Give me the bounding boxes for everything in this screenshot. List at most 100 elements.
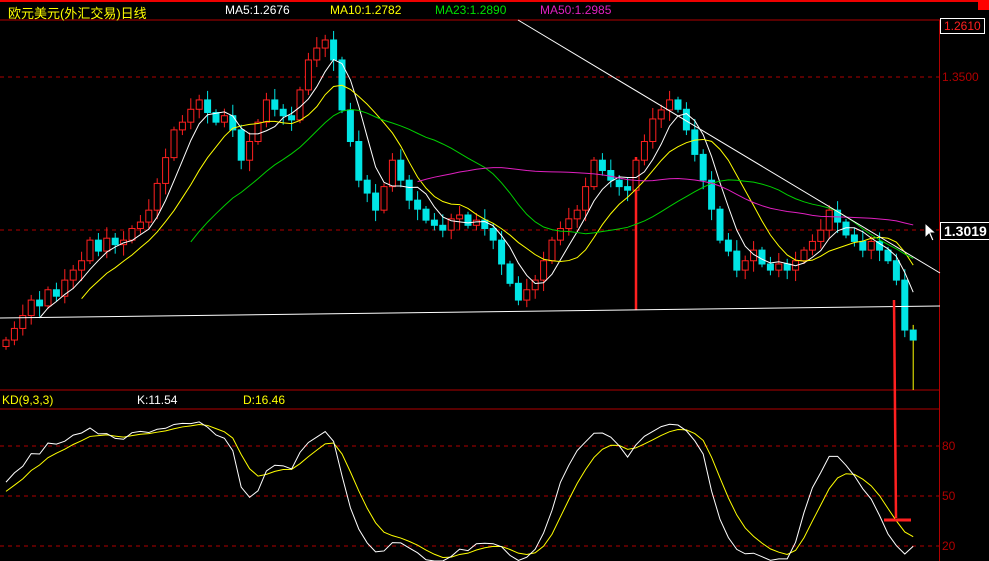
- resistance-trendline: [517, 19, 941, 274]
- d-value: D:16.46: [243, 393, 286, 407]
- candle-body: [464, 214, 472, 226]
- candle-body: [430, 219, 438, 226]
- candle-body: [514, 282, 522, 301]
- candle-body: [901, 279, 909, 331]
- candle-body: [649, 118, 657, 143]
- candle-body: [624, 186, 632, 191]
- red-annotation-line: [892, 299, 898, 519]
- candle-body: [380, 186, 388, 211]
- candle-body: [52, 289, 60, 297]
- kd-axis-50: 50: [942, 489, 956, 503]
- candle-body: [10, 327, 18, 341]
- candle-body: [254, 121, 262, 143]
- candle-body: [204, 99, 212, 113]
- ma23-line: [190, 108, 914, 259]
- candle-body: [145, 209, 153, 223]
- candle-body: [850, 234, 858, 242]
- ma10-label: MA10:1.2782: [330, 3, 402, 17]
- candle-body: [153, 182, 161, 211]
- candle-body: [372, 192, 380, 211]
- candle-body: [103, 237, 111, 252]
- candle-body: [657, 109, 665, 120]
- kd-indicator-label: KD(9,3,3): [2, 393, 54, 407]
- candle-body: [783, 263, 791, 271]
- candle-body: [69, 269, 77, 281]
- candle-body: [246, 141, 254, 161]
- candle-body: [808, 240, 816, 251]
- candle-body: [128, 228, 136, 241]
- candle-body: [909, 329, 917, 341]
- candle-body: [313, 47, 321, 61]
- candle-body: [86, 239, 94, 262]
- candle-body: [867, 240, 875, 251]
- candle-body: [640, 141, 648, 161]
- candle-body: [195, 99, 203, 110]
- candle-body: [2, 339, 10, 347]
- candle-body: [598, 159, 606, 172]
- price-level-label: 1.3500: [942, 70, 979, 84]
- chart-canvas[interactable]: [0, 0, 989, 561]
- candle-body: [94, 239, 102, 252]
- forex-chart-window: 欧元美元(外汇交易)日线 MA5:1.2676 MA10:1.2782 MA23…: [0, 0, 989, 561]
- candle-body: [136, 221, 144, 230]
- chart-title: 欧元美元(外汇交易)日线: [8, 6, 147, 21]
- candle-body: [884, 249, 892, 262]
- candle-body: [733, 250, 741, 271]
- candle-body: [162, 157, 170, 184]
- candle-body: [178, 121, 186, 131]
- candle-body: [170, 129, 178, 159]
- candle-body: [78, 260, 86, 271]
- candle-body: [363, 179, 371, 194]
- candle-body: [498, 239, 506, 265]
- candle-body: [27, 299, 35, 317]
- candle-body: [615, 179, 623, 188]
- k-value: K:11.54: [137, 393, 178, 407]
- candle-body: [187, 108, 195, 123]
- ma5-label: MA5:1.2676: [225, 3, 290, 17]
- candle-body: [800, 249, 808, 262]
- candle-body: [691, 129, 699, 155]
- candle-body: [271, 99, 279, 110]
- candle-body: [573, 209, 581, 220]
- candle-body: [565, 218, 573, 230]
- candle-body: [582, 186, 590, 211]
- candle-body: [456, 214, 464, 220]
- ma50-label: MA50:1.2985: [540, 3, 612, 17]
- candle-body: [414, 199, 422, 210]
- current-price-box: 1.3019: [940, 222, 989, 240]
- candle-body: [472, 219, 480, 226]
- candle-body: [758, 249, 766, 265]
- candle-body: [220, 115, 228, 123]
- candle-body: [817, 229, 825, 242]
- candle-body: [674, 99, 682, 110]
- candle-body: [741, 260, 749, 271]
- candle-body: [422, 208, 430, 221]
- candle-body: [632, 159, 640, 191]
- candle-body: [556, 228, 564, 241]
- candle-body: [44, 289, 52, 307]
- candle-body: [775, 263, 783, 271]
- candle-body: [666, 99, 674, 111]
- d-line: [5, 424, 914, 558]
- candle-body: [607, 170, 615, 181]
- candle-body: [388, 159, 396, 188]
- candle-body: [766, 263, 774, 271]
- mouse-cursor-icon: [924, 222, 938, 242]
- candle-body: [346, 109, 354, 143]
- price-top-box: 1.2610: [940, 18, 985, 34]
- kd-axis-80: 80: [942, 439, 956, 453]
- candle-body: [699, 153, 707, 181]
- candle-body: [892, 260, 900, 281]
- candle-body: [330, 39, 338, 61]
- candle-body: [321, 39, 329, 49]
- k-line: [5, 421, 914, 561]
- candle-body: [548, 239, 556, 262]
- candle-body: [506, 263, 514, 284]
- candle-body: [111, 237, 119, 246]
- candle-body: [716, 208, 724, 241]
- ma23-label: MA23:1.2890: [435, 3, 507, 17]
- candle-body: [724, 239, 732, 252]
- candle-body: [304, 59, 312, 91]
- candle-body: [279, 108, 287, 117]
- candle-body: [523, 289, 531, 301]
